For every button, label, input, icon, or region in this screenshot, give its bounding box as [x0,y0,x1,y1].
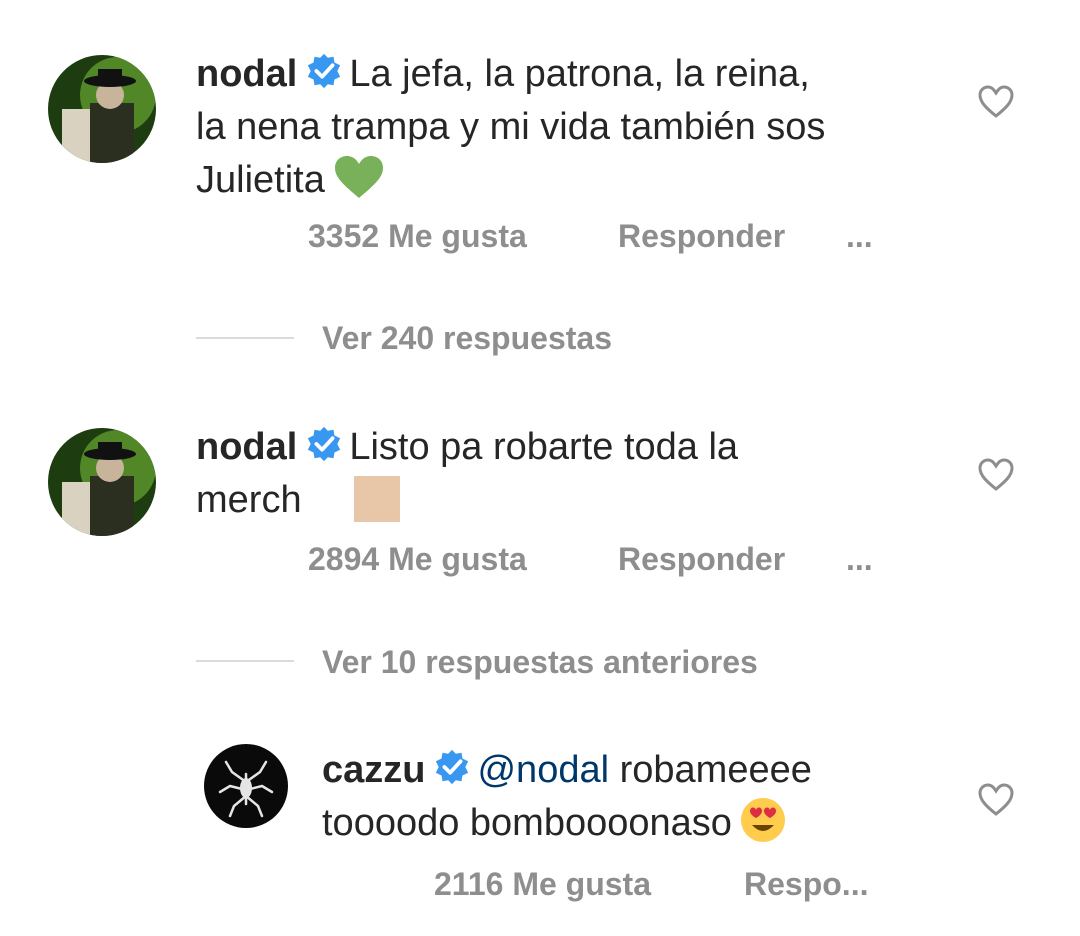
comment-likes[interactable]: 3352 Me gusta [308,218,527,255]
like-heart-icon[interactable] [978,783,1014,817]
avatar-nodal[interactable] [48,428,156,536]
verified-badge-icon [433,748,471,786]
reply-button[interactable]: Responder [618,541,785,578]
verified-badge-icon [305,425,343,463]
comment-text-line3: Julietita [196,159,325,201]
mention-link[interactable]: @nodal [477,749,609,791]
comment-text-line2: merch [196,479,302,521]
heart-eyes-emoji-icon [740,797,786,858]
more-options-button[interactable]: ... [846,218,873,255]
emoji-placeholder-icon [353,476,400,522]
like-heart-icon[interactable] [978,85,1014,119]
replies-divider [196,660,294,662]
replies-divider [196,337,294,339]
more-options-button[interactable]: ... [846,541,873,578]
avatar-cazzu[interactable] [204,744,288,828]
comment-text-line1: Listo pa robarte toda la [349,426,739,468]
comment-username[interactable]: nodal [196,53,297,95]
like-heart-icon[interactable] [978,458,1014,492]
view-replies-link[interactable]: Ver 240 respuestas [322,320,612,357]
comment-body: nodal Listo pa robarte toda la merch [196,421,956,527]
comment-body: nodal La jefa, la patrona, la reina, la n… [196,48,956,213]
comment-text-line2: la nena trampa y mi vida también sos [196,106,826,148]
view-replies-link[interactable]: Ver 10 respuestas anteriores [322,644,758,681]
comment-text-line1: La jefa, la patrona, la reina, [349,53,810,95]
avatar-nodal[interactable] [48,55,156,163]
reply-likes[interactable]: 2116 Me gusta [434,866,651,903]
reply-text-line1: robameeee [619,749,812,791]
green-heart-icon [334,156,383,213]
comment-likes[interactable]: 2894 Me gusta [308,541,527,578]
comment-username[interactable]: nodal [196,426,297,468]
reply-text-line2: toooodo bomboooonaso [322,802,732,844]
reply-button[interactable]: Responder [618,218,785,255]
reply-body: cazzu @nodal robameeee toooodo bomboooona… [322,744,942,858]
reply-username[interactable]: cazzu [322,749,425,791]
verified-badge-icon [305,52,343,90]
reply-button[interactable]: Respo... [744,866,868,903]
